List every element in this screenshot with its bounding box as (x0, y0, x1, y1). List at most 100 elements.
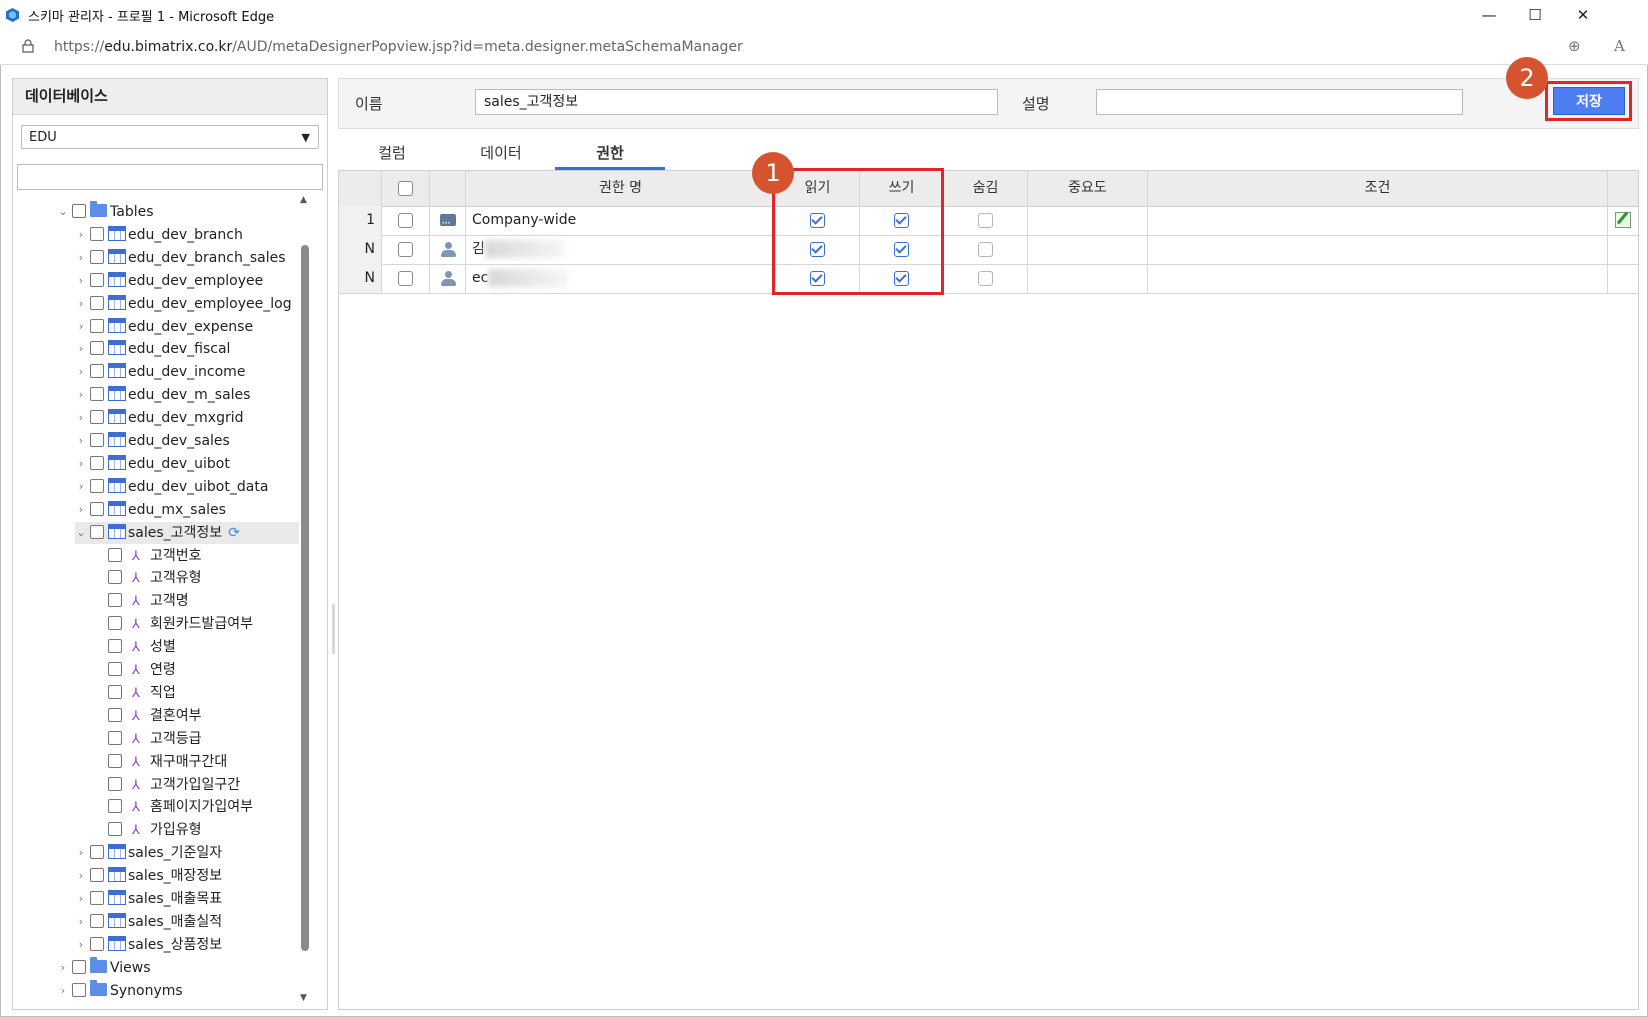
tree-checkbox[interactable] (90, 455, 104, 470)
maximize-button[interactable]: ☐ (1512, 0, 1558, 30)
name-input[interactable]: sales_고객정보 (475, 89, 998, 115)
tree-checkbox[interactable] (90, 410, 104, 425)
tree-node-table[interactable]: › sales_매출실적 (75, 911, 222, 933)
chevron-right-icon[interactable]: › (75, 293, 87, 315)
tree-node-column[interactable]: ⅄ 고객번호 (105, 545, 202, 567)
tree-node-table[interactable]: › edu_dev_employee_log (75, 293, 292, 315)
tree-node-selected-table[interactable]: ⌄ sales_고객정보 ⟳ (75, 521, 299, 544)
chevron-right-icon[interactable]: › (75, 842, 87, 864)
refresh-icon[interactable]: ⟳ (228, 525, 240, 541)
chevron-right-icon[interactable]: › (75, 499, 87, 521)
tree-node-table[interactable]: › edu_dev_income (75, 361, 245, 383)
tree-node-table[interactable]: › sales_매장정보 (75, 865, 222, 887)
tree-checkbox[interactable] (108, 799, 122, 814)
tree-checkbox[interactable] (90, 249, 104, 264)
tree-node-column[interactable]: ⅄ 연령 (105, 659, 176, 681)
table-row[interactable]: Nec (339, 264, 1638, 294)
tree-checkbox[interactable] (90, 295, 104, 310)
hide-checkbox[interactable] (978, 270, 993, 286)
tree-node-views[interactable]: › Views (57, 956, 151, 979)
chevron-right-icon[interactable]: › (75, 384, 87, 406)
tree-node-column[interactable]: ⅄ 고객명 (105, 590, 189, 612)
table-row[interactable]: N김 (339, 235, 1638, 265)
read-aloud-icon[interactable]: A (1614, 37, 1625, 55)
tree-search-input[interactable] (17, 164, 323, 190)
tree-checkbox[interactable] (108, 776, 122, 791)
chevron-right-icon[interactable]: › (75, 338, 87, 360)
tree-node-column[interactable]: ⅄ 회원카드발급여부 (105, 613, 253, 635)
tree-checkbox[interactable] (90, 891, 104, 905)
edit-icon[interactable] (1615, 212, 1631, 228)
tree-checkbox[interactable] (90, 272, 104, 287)
tab-data[interactable]: 데이터 (451, 142, 551, 163)
tree-node-column[interactable]: ⅄ 고객유형 (105, 567, 202, 589)
chevron-right-icon[interactable]: › (75, 316, 87, 338)
row-select-checkbox[interactable] (398, 241, 413, 257)
select-all-checkbox[interactable] (398, 180, 413, 196)
tree-checkbox[interactable] (108, 822, 122, 837)
tree-checkbox[interactable] (108, 547, 122, 562)
tree-node-column[interactable]: ⅄ 재구매구간대 (105, 751, 227, 773)
minimize-button[interactable]: — (1466, 0, 1512, 30)
chevron-right-icon[interactable]: › (75, 224, 87, 246)
tree-node-table[interactable]: › edu_dev_fiscal (75, 338, 230, 360)
tree-node-table[interactable]: › edu_dev_uibot_data (75, 476, 268, 498)
tree-checkbox[interactable] (90, 936, 104, 951)
importance-cell[interactable] (1028, 235, 1148, 264)
tree-node-tables[interactable]: ⌄ Tables (57, 201, 154, 223)
tree-checkbox[interactable] (90, 364, 104, 379)
tree-checkbox[interactable] (90, 501, 104, 516)
tree-checkbox[interactable] (72, 204, 86, 218)
tree-node-table[interactable]: › edu_mx_sales (75, 499, 226, 521)
tree-node-table[interactable]: › sales_매출목표 (75, 888, 222, 910)
tree-node-column[interactable]: ⅄ 결혼여부 (105, 705, 202, 727)
tree-checkbox[interactable] (72, 959, 86, 974)
tree-checkbox[interactable] (90, 868, 104, 883)
description-input[interactable] (1096, 89, 1463, 115)
tree-node-table[interactable]: › edu_dev_branch (75, 224, 243, 246)
importance-cell[interactable] (1028, 264, 1148, 293)
chevron-right-icon[interactable]: › (75, 865, 87, 887)
chevron-right-icon[interactable]: › (75, 270, 87, 292)
panel-splitter[interactable] (332, 604, 335, 654)
tree-node-table[interactable]: › edu_dev_uibot (75, 453, 230, 475)
tree-checkbox[interactable] (108, 593, 122, 608)
tree-checkbox[interactable] (108, 730, 122, 745)
chevron-right-icon[interactable]: › (57, 980, 69, 1002)
chevron-right-icon[interactable]: › (75, 407, 87, 429)
tree-node-table[interactable]: › edu_dev_sales (75, 430, 230, 452)
tree-checkbox[interactable] (90, 318, 104, 333)
tree-checkbox[interactable] (90, 341, 104, 356)
chevron-right-icon[interactable]: › (75, 888, 87, 910)
scrollbar-thumb[interactable] (301, 245, 309, 951)
tree-checkbox[interactable] (108, 639, 122, 654)
tab-permissions[interactable]: 권한 (560, 142, 660, 163)
tree-checkbox[interactable] (108, 753, 122, 768)
tree-node-table[interactable]: › edu_dev_expense (75, 316, 253, 338)
tree-checkbox[interactable] (108, 707, 122, 722)
row-select-checkbox[interactable] (398, 212, 413, 228)
condition-cell[interactable] (1148, 264, 1608, 293)
table-row[interactable]: 1 Company-wide (339, 206, 1638, 238)
hide-checkbox[interactable] (978, 212, 993, 228)
database-select[interactable]: EDU ▼ (21, 125, 319, 149)
scroll-up-icon[interactable]: ▲ (300, 195, 307, 205)
tree-checkbox[interactable] (90, 845, 104, 860)
tree-checkbox[interactable] (90, 433, 104, 447)
chevron-down-icon[interactable]: ⌄ (57, 201, 69, 223)
header-importance[interactable]: 중요도 (1028, 171, 1148, 206)
scroll-down-icon[interactable]: ▼ (300, 993, 307, 1003)
url-text[interactable]: https://edu.bimatrix.co.kr/AUD/metaDesig… (54, 39, 743, 55)
tree-node-table[interactable]: › edu_dev_employee (75, 270, 263, 292)
condition-cell[interactable] (1148, 206, 1608, 235)
tree-node-table[interactable]: › edu_dev_branch_sales (75, 247, 286, 269)
header-hide[interactable]: 숨김 (944, 171, 1028, 206)
header-condition[interactable]: 조건 (1148, 171, 1608, 206)
tree-node-column[interactable]: ⅄ 고객가입일구간 (105, 774, 240, 796)
tree-checkbox[interactable] (90, 478, 104, 493)
tree-node-column[interactable]: ⅄ 고객등급 (105, 728, 202, 750)
tab-columns[interactable]: 컬럼 (342, 142, 442, 163)
tree-checkbox[interactable] (108, 662, 122, 676)
row-select-checkbox[interactable] (398, 270, 413, 286)
address-bar[interactable]: https://edu.bimatrix.co.kr/AUD/metaDesig… (0, 30, 1648, 65)
